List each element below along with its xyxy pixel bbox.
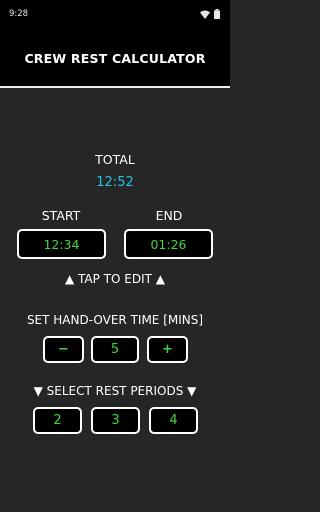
app-bar-divider [0,86,230,88]
tap-to-edit-hint: ▲ TAP TO EDIT ▲ [64,272,166,286]
rest-periods-label: ▼ SELECT REST PERIODS ▼ [33,384,197,398]
total-value: 12:52 [96,175,134,190]
rest-period-4-button[interactable]: 4 [149,407,198,434]
increase-handover-button[interactable]: + [147,336,188,363]
battery-icon [214,9,220,19]
start-time-button[interactable]: 12:34 [17,229,106,259]
decrease-handover-button[interactable]: − [43,336,84,363]
app-bar: CREW REST CALCULATOR [0,30,230,86]
end-label: END [155,208,183,223]
wifi-icon [200,10,210,19]
status-time: 9:28 [9,9,29,19]
handover-value[interactable]: 5 [91,336,139,363]
end-time-button[interactable]: 01:26 [124,229,213,259]
rest-period-3-button[interactable]: 3 [91,407,140,434]
status-bar: 9:28 [0,0,230,30]
app-title: CREW REST CALCULATOR [24,51,206,66]
total-label: TOTAL [95,152,135,167]
status-icons [200,9,220,19]
rest-period-2-button[interactable]: 2 [33,407,82,434]
start-label: START [41,208,81,223]
handover-time-label: SET HAND-OVER TIME [MINS] [26,313,204,327]
